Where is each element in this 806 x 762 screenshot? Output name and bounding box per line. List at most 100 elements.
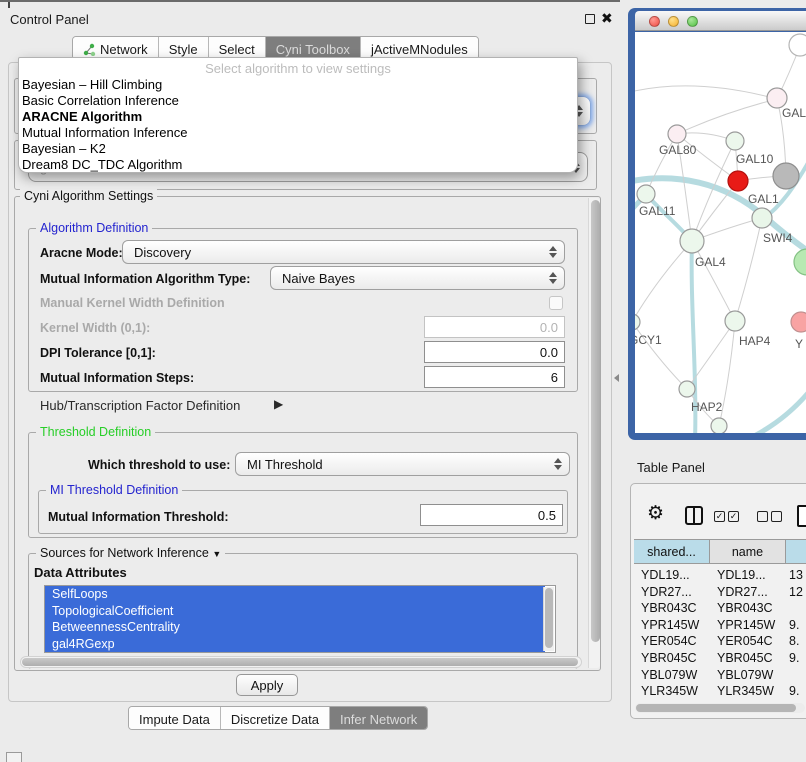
network-node-gal4[interactable] — [680, 229, 704, 253]
dpi-tolerance-field[interactable]: 0.0 — [424, 341, 565, 363]
table-cell[interactable]: YER054C — [641, 634, 697, 648]
network-view-window[interactable]: GALGAL80GAL10GAL1GAL11SWI4GAL4GCY1HAP4YH… — [628, 8, 806, 440]
mi-threshold-field[interactable]: 0.5 — [420, 504, 563, 526]
collapse-arrow-icon[interactable]: ▼ — [212, 549, 221, 559]
scrollbar-thumb[interactable] — [591, 200, 600, 642]
network-node-y[interactable] — [791, 312, 806, 332]
table-cell[interactable]: YBR045C — [717, 651, 773, 665]
network-node-hap2[interactable] — [679, 381, 695, 397]
table-cell[interactable]: YBR043C — [717, 601, 773, 615]
table-cell[interactable]: 9. — [789, 651, 799, 665]
network-node-gal1[interactable] — [728, 171, 748, 191]
network-edge[interactable] — [735, 218, 762, 321]
table-cell[interactable]: YBL079W — [717, 668, 773, 682]
zoom-traffic-light[interactable] — [687, 16, 698, 27]
network-edge[interactable] — [635, 178, 806, 262]
network-node-gal80[interactable] — [668, 125, 686, 143]
float-panel-icon[interactable] — [585, 14, 595, 24]
tab-impute-data[interactable]: Impute Data — [129, 707, 221, 729]
menu-item-bayesian-hill-climbing[interactable]: Bayesian – Hill Climbing — [19, 77, 577, 93]
table-cell[interactable]: YLR345W — [717, 684, 774, 698]
scrollbar-thumb[interactable] — [636, 704, 796, 712]
network-window-titlebar[interactable] — [635, 11, 806, 31]
tab-infer-network[interactable]: Infer Network — [330, 707, 427, 729]
column-header-third[interactable]: A — [786, 539, 806, 564]
deselect-all-checkbox-icon[interactable] — [771, 511, 782, 522]
export-table-icon[interactable] — [797, 505, 806, 527]
menu-item-basic-correlation[interactable]: Basic Correlation Inference — [19, 93, 577, 109]
manual-kernel-checkbox[interactable] — [549, 296, 563, 310]
table-settings-gear-icon[interactable]: ⚙ — [647, 502, 664, 525]
list-item-topologicalcoefficient[interactable]: TopologicalCoefficient — [45, 603, 545, 620]
menu-item-mutual-information[interactable]: Mutual Information Inference — [19, 125, 577, 141]
tab-network[interactable]: Network — [73, 37, 159, 59]
network-node-gal[interactable] — [767, 88, 787, 108]
tab-select[interactable]: Select — [209, 37, 266, 59]
select-all-checkbox-icon[interactable]: ✓ — [714, 511, 725, 522]
menu-item-bayesian-k2[interactable]: Bayesian – K2 — [19, 141, 577, 157]
minimized-panel-icon[interactable] — [6, 752, 22, 762]
network-node[interactable] — [794, 249, 806, 275]
table-cell[interactable]: YDR27... — [641, 585, 692, 599]
network-canvas[interactable]: GALGAL80GAL10GAL1GAL11SWI4GAL4GCY1HAP4YH… — [635, 32, 806, 433]
menu-item-dream8[interactable]: Dream8 DC_TDC Algorithm — [19, 157, 577, 173]
close-panel-icon[interactable]: ✖ — [601, 10, 613, 27]
table-cell[interactable]: YPR145W — [641, 618, 699, 632]
network-edge[interactable] — [692, 241, 735, 321]
aracne-mode-combobox[interactable]: Discovery — [122, 240, 565, 264]
network-edge[interactable] — [725, 387, 806, 433]
tab-style[interactable]: Style — [159, 37, 209, 59]
table-cell[interactable]: 12 — [789, 585, 803, 599]
network-node-hap4[interactable] — [725, 311, 745, 331]
scrollbar-thumb[interactable] — [22, 658, 578, 666]
network-node[interactable] — [711, 418, 727, 433]
network-node-gcy1[interactable] — [635, 314, 640, 330]
settings-horizontal-scrollbar[interactable] — [20, 656, 582, 668]
table-cell[interactable]: YBL079W — [641, 668, 697, 682]
list-item-gal4rgexp[interactable]: gal4RGexp — [45, 636, 545, 653]
network-node[interactable] — [773, 163, 799, 189]
network-node[interactable] — [789, 34, 806, 56]
close-traffic-light[interactable] — [649, 16, 660, 27]
settings-vertical-scrollbar[interactable] — [588, 198, 600, 668]
table-cell[interactable]: 13 — [789, 568, 803, 582]
menu-item-aracne[interactable]: ARACNE Algorithm — [19, 109, 577, 125]
network-node-gal11[interactable] — [637, 185, 655, 203]
table-cell[interactable]: YDR27... — [717, 585, 768, 599]
table-cell[interactable]: YDL19... — [641, 568, 690, 582]
tab-cyni-toolbox[interactable]: Cyni Toolbox — [266, 37, 361, 59]
network-node-gal10[interactable] — [726, 132, 744, 150]
column-header-shared-name[interactable]: shared... — [634, 539, 710, 564]
table-horizontal-scrollbar[interactable] — [635, 703, 805, 713]
column-header-name[interactable]: name — [710, 539, 786, 564]
table-cell[interactable]: 9. — [789, 618, 799, 632]
apply-button[interactable]: Apply — [236, 674, 298, 696]
table-cell[interactable]: YDL19... — [717, 568, 766, 582]
tab-jactivemnodules[interactable]: jActiveMNodules — [361, 37, 478, 59]
table-cell[interactable]: 9. — [789, 684, 799, 698]
tab-discretize-data[interactable]: Discretize Data — [221, 707, 330, 729]
select-all-checkbox-icon[interactable]: ✓ — [728, 511, 739, 522]
table-cell[interactable]: YPR145W — [717, 618, 775, 632]
kernel-width-field[interactable]: 0.0 — [424, 316, 565, 338]
which-threshold-combobox[interactable]: MI Threshold — [235, 452, 570, 476]
column-layout-icon[interactable] — [685, 506, 703, 525]
network-edge[interactable] — [677, 99, 777, 134]
deselect-all-checkbox-icon[interactable] — [757, 511, 768, 522]
network-edge[interactable] — [635, 86, 777, 99]
hub-definition-expander-label[interactable]: Hub/Transcription Factor Definition — [40, 398, 240, 413]
table-cell[interactable]: YBR045C — [641, 651, 697, 665]
table-cell[interactable]: YLR345W — [641, 684, 698, 698]
list-item-selfloops[interactable]: SelfLoops — [45, 586, 545, 603]
network-edge[interactable] — [635, 241, 692, 322]
table-cell[interactable]: YBR043C — [641, 601, 697, 615]
list-vertical-scrollbar[interactable] — [543, 587, 554, 651]
expander-arrow-icon[interactable]: ▶ — [274, 397, 283, 411]
table-cell[interactable]: YER054C — [717, 634, 773, 648]
panel-divider-handle[interactable] — [614, 374, 619, 382]
mi-type-combobox[interactable]: Naive Bayes — [270, 266, 565, 290]
minimize-traffic-light[interactable] — [668, 16, 679, 27]
table-cell[interactable]: 8. — [789, 634, 799, 648]
list-item-betweennesscentrality[interactable]: BetweennessCentrality — [45, 619, 545, 636]
mi-steps-field[interactable]: 6 — [424, 366, 565, 388]
